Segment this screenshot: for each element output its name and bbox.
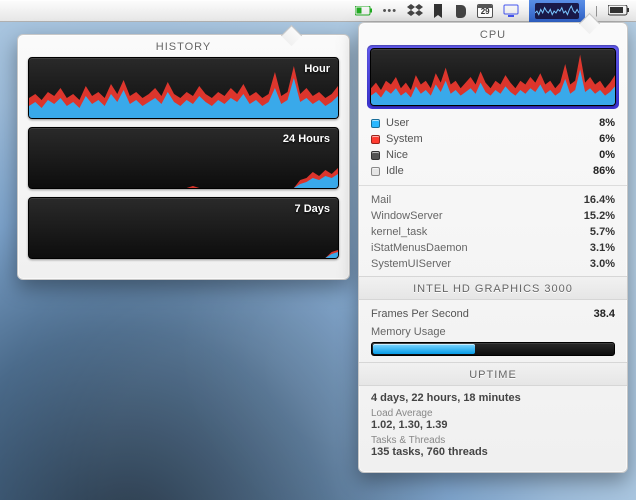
legend-value: 8% [599, 115, 615, 131]
history-panel: HISTORY Hour 24 Hours 7 Days [17, 34, 350, 280]
legend-row-system: System 6% [371, 131, 615, 147]
process-name: iStatMenusDaemon [371, 240, 468, 256]
process-value: 5.7% [590, 224, 615, 240]
gpu-fps-value: 38.4 [594, 306, 615, 322]
tasks-value: 135 tasks, 760 threads [371, 446, 615, 458]
gpu-fps-row: Frames Per Second 38.4 [371, 306, 615, 322]
display-icon[interactable] [503, 0, 519, 22]
process-row[interactable]: SystemUIServer 3.0% [371, 256, 615, 272]
process-list: Mail 16.4% WindowServer 15.2% kernel_task 5.7… [359, 192, 627, 272]
process-name: kernel_task [371, 224, 427, 240]
evernote-icon[interactable] [453, 0, 467, 22]
process-row[interactable]: Mail 16.4% [371, 192, 615, 208]
swatch-icon [371, 151, 380, 160]
calendar-day: 29 [481, 7, 490, 16]
dropbox-icon[interactable] [407, 0, 423, 22]
legend-row-user: User 8% [371, 115, 615, 131]
process-row[interactable]: iStatMenusDaemon 3.1% [371, 240, 615, 256]
menubar: ••• 29 | [0, 0, 636, 22]
history-title: HISTORY [28, 35, 339, 57]
legend-value: 0% [599, 147, 615, 163]
gpu-fps-label: Frames Per Second [371, 306, 469, 322]
cpu-panel: CPU User 8% System 6% Nice 0% Idle 86% Mail 16.4… [358, 22, 628, 473]
swatch-icon [371, 119, 380, 128]
tasks-label: Tasks & Threads [371, 435, 615, 446]
gpu-title: INTEL HD GRAPHICS 3000 [359, 276, 627, 300]
legend-value: 6% [599, 131, 615, 147]
process-value: 3.1% [590, 240, 615, 256]
process-name: Mail [371, 192, 391, 208]
cpu-legend: User 8% System 6% Nice 0% Idle 86% [359, 115, 627, 179]
cpu-live-graph [370, 48, 616, 106]
history-graph-24-hours[interactable]: 24 Hours [28, 127, 339, 189]
legend-label: Nice [386, 147, 408, 163]
menu-dots-icon[interactable]: ••• [383, 0, 398, 22]
swatch-icon [371, 135, 380, 144]
process-name: WindowServer [371, 208, 443, 224]
process-name: SystemUIServer [371, 256, 451, 272]
process-value: 16.4% [584, 192, 615, 208]
load-avg-value: 1.02, 1.30, 1.39 [371, 419, 615, 431]
cpu-graph-frame[interactable] [367, 45, 619, 109]
istat-cpu-menubar[interactable] [529, 0, 585, 22]
gpu-mem-fill [373, 344, 475, 354]
legend-label: User [386, 115, 409, 131]
process-value: 3.0% [590, 256, 615, 272]
gpu-mem-meter [371, 342, 615, 356]
uptime-value: 4 days, 22 hours, 18 minutes [371, 392, 615, 404]
cpu-title: CPU [359, 23, 627, 45]
process-value: 15.2% [584, 208, 615, 224]
legend-label: System [386, 131, 423, 147]
menubar-mini-graph [535, 3, 579, 19]
uptime-title: UPTIME [359, 362, 627, 386]
process-row[interactable]: WindowServer 15.2% [371, 208, 615, 224]
calendar-icon[interactable]: 29 [477, 0, 493, 22]
history-graph-hour[interactable]: Hour [28, 57, 339, 119]
swatch-icon [371, 167, 380, 176]
legend-label: Idle [386, 163, 404, 179]
gpu-mem-label: Memory Usage [359, 326, 627, 338]
process-row[interactable]: kernel_task 5.7% [371, 224, 615, 240]
legend-value: 86% [593, 163, 615, 179]
load-avg-label: Load Average [371, 408, 615, 419]
history-graph-7-days[interactable]: 7 Days [28, 197, 339, 259]
battery-green-icon[interactable] [355, 0, 373, 22]
bookmark-icon[interactable] [433, 0, 443, 22]
battery-outline-icon[interactable] [608, 0, 630, 22]
legend-row-nice: Nice 0% [371, 147, 615, 163]
legend-row-idle: Idle 86% [371, 163, 615, 179]
